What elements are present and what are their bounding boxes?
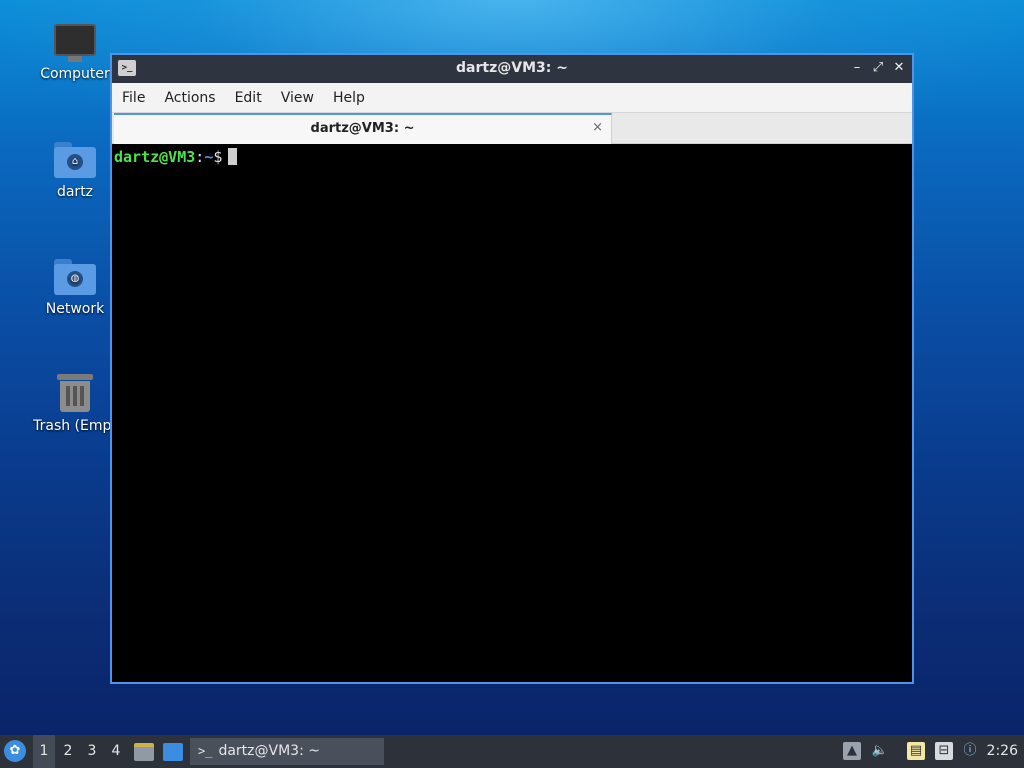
window-titlebar[interactable]: >_ dartz@VM3: ~ – ⤢ ✕ (112, 55, 912, 83)
workspace-1[interactable]: 1 (33, 735, 55, 768)
trash-icon (57, 372, 93, 412)
prompt-path: ~ (204, 148, 214, 166)
taskbar-task-terminal[interactable]: >_ dartz@VM3: ~ (190, 738, 384, 765)
maximize-button[interactable]: ⤢ (869, 59, 887, 77)
tab-close-icon[interactable]: × (592, 120, 603, 135)
computer-icon (25, 24, 125, 62)
network-wired-icon[interactable]: ⊟ (935, 742, 953, 760)
show-desktop-icon[interactable] (163, 743, 183, 761)
tab-label: dartz@VM3: ~ (310, 121, 415, 136)
menu-view[interactable]: View (281, 83, 314, 106)
network-folder-icon: ◍ (54, 259, 96, 295)
task-label: dartz@VM3: ~ (218, 743, 320, 759)
tab-terminal[interactable]: dartz@VM3: ~ × (114, 113, 612, 144)
text-cursor (228, 148, 238, 165)
prompt-symbol: $ (213, 148, 223, 166)
terminal-window[interactable]: >_ dartz@VM3: ~ – ⤢ ✕ File Actions Edit Vie… (110, 53, 914, 684)
taskbar: ✿ 1 2 3 4 >_ dartz@VM3: ~ ▲ 🔈 ▤ ⊟ ⓘ 2:26 (0, 735, 1024, 768)
terminal-output[interactable]: dartz@VM3:~$ (112, 144, 912, 682)
file-manager-launcher-icon[interactable] (134, 743, 154, 761)
menu-bar: File Actions Edit View Help (112, 83, 912, 113)
close-button[interactable]: ✕ (890, 59, 908, 77)
home-folder-icon: ⌂ (54, 142, 96, 178)
terminal-task-icon: >_ (198, 744, 213, 758)
start-menu-icon[interactable]: ✿ (4, 740, 26, 762)
menu-edit[interactable]: Edit (235, 83, 262, 106)
prompt-user-host: dartz@VM3 (114, 148, 196, 166)
workspace-3[interactable]: 3 (81, 735, 103, 768)
menu-file[interactable]: File (122, 83, 145, 106)
prompt-colon: : (195, 148, 205, 166)
workspace-2[interactable]: 2 (57, 735, 79, 768)
update-notifier-icon[interactable]: ⓘ (961, 742, 979, 760)
clock[interactable]: 2:26 (987, 735, 1018, 768)
workspace-4[interactable]: 4 (105, 735, 127, 768)
volume-icon[interactable]: 🔈 (871, 742, 889, 760)
eject-icon[interactable]: ▲ (843, 742, 861, 760)
menu-help[interactable]: Help (333, 83, 365, 106)
clipboard-icon[interactable]: ▤ (907, 742, 925, 760)
tab-bar: dartz@VM3: ~ × (112, 113, 912, 144)
window-title: dartz@VM3: ~ (456, 60, 568, 76)
menu-actions[interactable]: Actions (164, 83, 215, 106)
minimize-button[interactable]: – (848, 59, 866, 77)
